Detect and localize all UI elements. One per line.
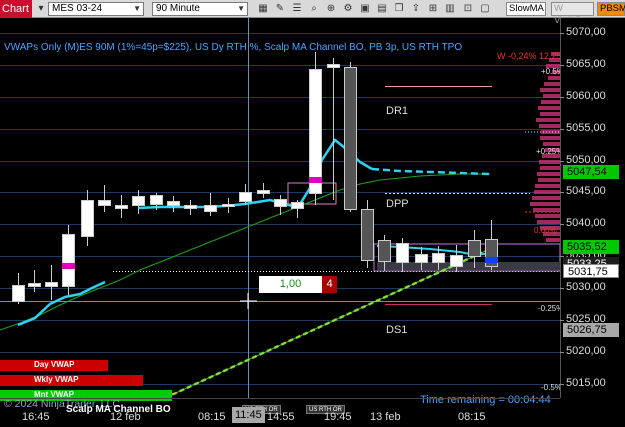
price-axis[interactable]: 5070,00 5065,00 5060,00 5055,00 5050,00 …	[560, 18, 625, 398]
price-tick: 5045,00	[566, 185, 606, 197]
link-icon[interactable]: ⊡	[461, 2, 475, 16]
time-crosshair-label: 11:45	[232, 407, 265, 423]
pct-label-minus-half: -0.5%	[541, 383, 562, 392]
price-tick: 5020,00	[566, 345, 606, 357]
price-tick: 5065,00	[566, 58, 606, 70]
chart-tab[interactable]: Chart	[0, 0, 32, 18]
time-axis[interactable]: 16:45 12 feb 08:15 11:45 14:55 19:45 13 …	[0, 398, 560, 427]
slow-ma-toggle[interactable]: SlowMA	[506, 2, 546, 16]
chart-toolbar: Chart ▾ MES 03-24 ▼ 90 Minute ▼ ▦ ✎ ☰ ⌕ ⊕ …	[0, 0, 625, 26]
price-tick: 5060,00	[566, 90, 606, 102]
level-dr1: DR1	[386, 105, 409, 117]
menu-icon[interactable]: ▾	[34, 2, 48, 16]
price-tag-last-vwap: 5035,52	[563, 240, 619, 254]
crosshair-icon[interactable]: ⊕	[324, 2, 338, 16]
strategy-icon[interactable]: ⚙	[341, 2, 355, 16]
data-box-icon[interactable]: ▣	[358, 2, 372, 16]
draw-icon[interactable]: ✎	[273, 2, 287, 16]
price-tick: 5070,00	[566, 26, 606, 38]
chart-title: VWAPs Only (M)ES 90M (1%=45p=$225), US D…	[4, 42, 463, 53]
price-tag-last: 5031,75	[563, 264, 619, 278]
price-tag-vwap: 5047,54	[563, 165, 619, 179]
zoom-icon[interactable]: ⌕	[307, 2, 321, 16]
price-tick: 5055,00	[566, 122, 606, 134]
chart-title-red: W -0,24% 12,25	[497, 51, 562, 61]
pct-label-zero: 0.00%	[534, 226, 557, 235]
time-tick: 14:55	[267, 411, 295, 423]
price-tick: 5030,00	[566, 281, 606, 293]
chart-type-icon[interactable]: ▥	[443, 2, 457, 16]
price-tick: 5015,00	[566, 377, 606, 389]
day-vwap-tag: Day VWAP	[0, 360, 108, 371]
instrument-selector[interactable]: MES 03-24 ▼	[48, 2, 144, 16]
time-tick: 08:15	[458, 411, 486, 423]
chart-canvas	[0, 18, 560, 398]
position-count-box: 4	[322, 276, 337, 293]
bars-icon[interactable]: ▦	[256, 2, 270, 16]
time-tick: 08:15	[198, 411, 226, 423]
time-tick: 13 feb	[370, 411, 401, 423]
template-icon[interactable]: ❐	[392, 2, 406, 16]
chart-plot-area[interactable]: VWAPs Only (M)ES 90M (1%=45p=$225), US D…	[0, 18, 564, 415]
window-icon[interactable]: ▢	[478, 2, 492, 16]
lock-icon[interactable]: ▤	[375, 2, 389, 16]
time-tick: 12 feb	[110, 411, 141, 423]
grid-icon[interactable]: ⊞	[426, 2, 440, 16]
time-tick: 16:45	[22, 411, 50, 423]
interval-selector[interactable]: 90 Minute ▼	[152, 2, 248, 16]
price-tag-crosshair: 5026,75	[563, 323, 619, 337]
share-icon[interactable]: ⇪	[409, 2, 423, 16]
weekly-vwap-tag: Wkly VWAP	[0, 375, 143, 386]
position-value-box: 1,00	[259, 276, 322, 293]
pbsm-toggle[interactable]: PBSM	[597, 2, 625, 16]
time-tick: 19:45	[324, 411, 352, 423]
level-dpp: DPP	[386, 198, 409, 210]
properties-icon[interactable]: ☰	[290, 2, 304, 16]
level-ds1: DS1	[386, 324, 408, 336]
w-vwap-toggle[interactable]: W VWAP	[551, 2, 594, 26]
price-tick: 5040,00	[566, 217, 606, 229]
